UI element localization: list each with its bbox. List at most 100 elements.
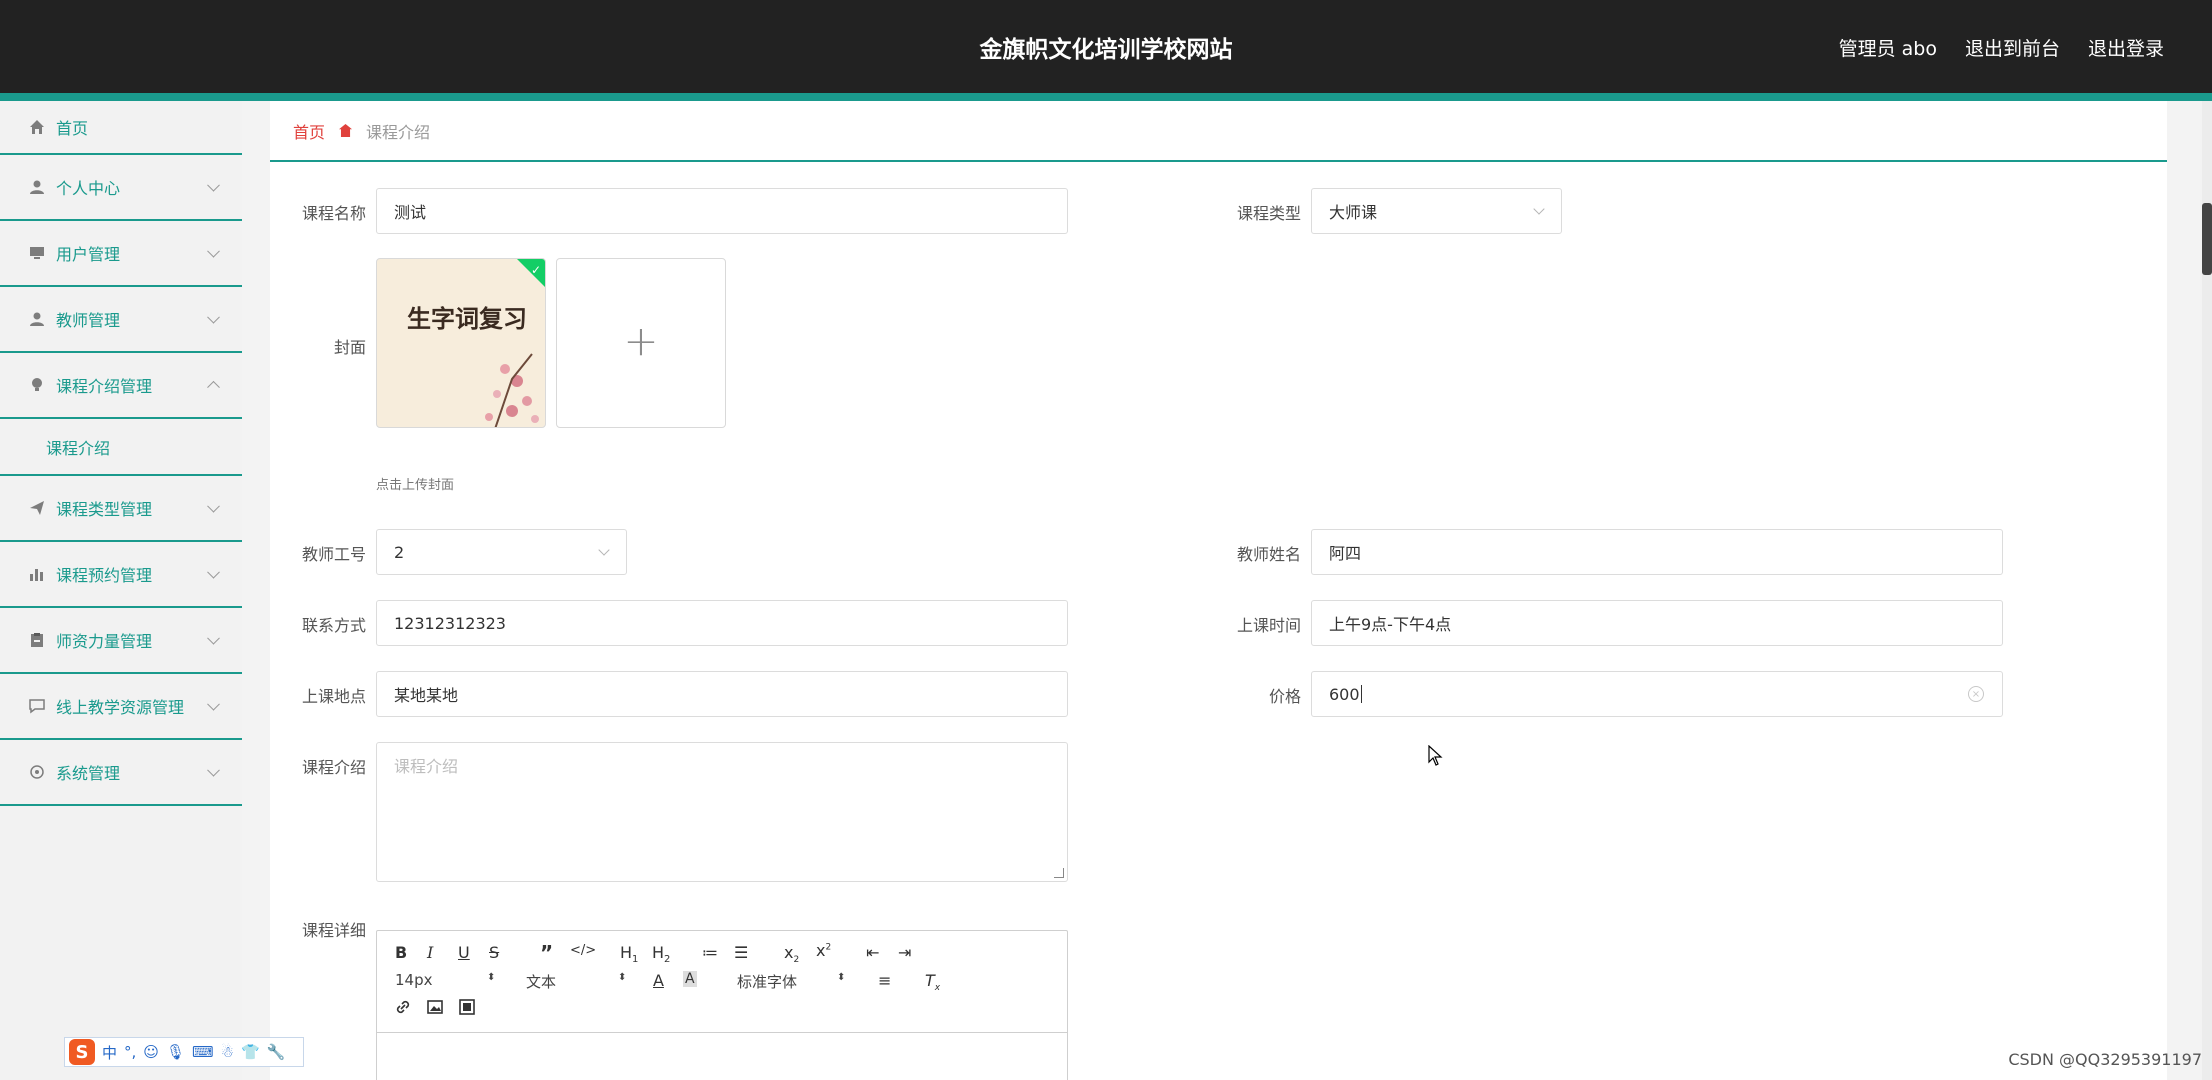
underline-icon[interactable]: U (458, 943, 470, 962)
sidebar-item-user-management[interactable]: 用户管理 (0, 221, 242, 287)
wrench-icon[interactable]: 🔧 (267, 1043, 286, 1061)
heading2-icon[interactable]: H2 (652, 943, 670, 965)
sidebar-item-label: 师资力量管理 (56, 632, 153, 651)
sidebar-item-personal-center[interactable]: 个人中心 (0, 155, 242, 221)
chevron-down-icon (207, 310, 220, 324)
heading1-icon[interactable]: H1 (620, 943, 638, 965)
updown-icon: ⬍ (487, 972, 496, 983)
cover-image-thumbnail[interactable]: 生字词复习 ✓ (376, 258, 546, 428)
link-icon[interactable] (395, 999, 411, 1019)
clear-format-icon[interactable]: Tx (925, 971, 940, 993)
bulb-icon (28, 376, 46, 394)
cover-upload-hint: 点击上传封面 (376, 478, 455, 493)
chevron-down-icon (207, 631, 220, 645)
logout-link[interactable]: 退出登录 (2088, 34, 2164, 61)
course-name-value: 测试 (394, 203, 427, 222)
sogou-logo-icon[interactable]: S (69, 1039, 95, 1065)
teacher-id-label: 教师工号 (301, 545, 366, 564)
main-panel: 首页 课程介绍 课程名称 测试 课程类型 大师课 封面 生字词复习 ✓ + 点击… (270, 101, 2167, 1080)
sidebar-item-online-resources-management[interactable]: 线上教学资源管理 (0, 674, 242, 740)
sidebar-item-course-intro-management[interactable]: 课程介绍管理 (0, 353, 242, 419)
subscript-icon[interactable]: x2 (784, 943, 799, 965)
ordered-list-icon[interactable]: ≔ (702, 943, 718, 962)
teacher-id-value: 2 (394, 542, 405, 562)
sidebar-item-system-management[interactable]: 系统管理 (0, 740, 242, 806)
punctuation-icon[interactable]: °, (124, 1043, 136, 1061)
sidebar-item-label: 课程类型管理 (56, 500, 153, 519)
admin-user-label[interactable]: 管理员 abo (1839, 34, 1937, 61)
clear-icon[interactable]: × (1968, 686, 1984, 702)
sidebar-item-home[interactable]: 首页 (0, 101, 242, 155)
teacher-name-input[interactable]: 阿四 (1311, 529, 2003, 575)
top-links: 管理员 abo 退出到前台 退出登录 (1839, 34, 2164, 61)
keyboard-icon[interactable]: ⌨ (192, 1043, 214, 1061)
mouse-cursor-icon (1428, 745, 1443, 766)
sidebar-item-label: 教师管理 (56, 311, 121, 330)
sidebar-item-course-booking-management[interactable]: 课程预约管理 (0, 542, 242, 608)
bullet-list-icon[interactable]: ☰ (734, 943, 748, 962)
ime-mode-toggle[interactable]: 中 (102, 1042, 117, 1063)
top-bar: 金旗帜文化培训学校网站 管理员 abo 退出到前台 退出登录 (0, 0, 2212, 93)
outdent-icon[interactable]: ⇤ (866, 943, 879, 962)
cover-upload-button[interactable]: + (556, 258, 726, 428)
font-color-icon[interactable]: A (653, 971, 664, 990)
sidebar-subitem-course-intro[interactable]: 课程介绍 (0, 419, 242, 476)
sidebar-item-label: 课程预约管理 (56, 566, 153, 585)
teacher-id-select[interactable]: 2 (376, 529, 627, 575)
teacher-name-label: 教师姓名 (1236, 545, 1301, 564)
background-color-icon[interactable]: A (683, 971, 697, 987)
teacher-name-value: 阿四 (1329, 544, 1362, 563)
clipboard-icon (28, 631, 46, 649)
font-size-value: 14px (395, 971, 433, 989)
sidebar-item-faculty-management[interactable]: 师资力量管理 (0, 608, 242, 674)
bold-icon[interactable]: B (395, 943, 407, 962)
user-profile-icon[interactable]: ☃ (221, 1043, 234, 1061)
block-type-select[interactable]: 文本 ⬍ (526, 971, 626, 992)
monitor-icon (28, 244, 46, 262)
chevron-down-icon (207, 763, 220, 777)
price-value: 600 (1329, 684, 1360, 704)
skin-icon[interactable]: 👕 (241, 1043, 260, 1061)
align-icon[interactable]: ≡ (878, 971, 891, 990)
font-family-select[interactable]: 标准字体 ⬍ (737, 971, 847, 992)
chat-icon (28, 697, 46, 715)
header-accent-line (0, 93, 2212, 101)
watermark-text: CSDN @QQ3295391197 (2008, 1050, 2202, 1069)
course-name-input[interactable]: 测试 (376, 188, 1068, 234)
location-label: 上课地点 (301, 687, 366, 706)
location-input[interactable]: 某地某地 (376, 671, 1068, 717)
video-icon[interactable] (459, 999, 475, 1019)
blockquote-icon[interactable]: ” (540, 941, 553, 965)
price-input[interactable]: 600 × (1311, 671, 2003, 717)
course-type-value: 大师课 (1329, 203, 1378, 222)
breadcrumb-home-link[interactable]: 首页 (293, 119, 325, 143)
sidebar-item-label: 课程介绍管理 (56, 377, 153, 396)
font-size-select[interactable]: 14px ⬍ (395, 971, 495, 989)
superscript-icon[interactable]: x2 (816, 941, 831, 960)
font-family-value: 标准字体 (737, 973, 798, 991)
sidebar-item-course-type-management[interactable]: 课程类型管理 (0, 476, 242, 542)
sidebar-item-teacher-management[interactable]: 教师管理 (0, 287, 242, 353)
send-icon (28, 499, 46, 517)
intro-textarea[interactable]: 课程介绍 (376, 742, 1068, 882)
exit-to-front-link[interactable]: 退出到前台 (1965, 34, 2060, 61)
course-type-select[interactable]: 大师课 (1311, 188, 1562, 234)
chevron-down-icon (207, 697, 220, 711)
resize-handle-icon[interactable] (1054, 868, 1064, 878)
italic-icon[interactable]: I (427, 943, 433, 962)
strikethrough-icon[interactable]: S (489, 943, 499, 962)
class-time-label: 上课时间 (1236, 616, 1301, 635)
contact-label: 联系方式 (301, 616, 366, 635)
emoji-icon[interactable]: ☺ (143, 1043, 159, 1061)
indent-icon[interactable]: ⇥ (898, 943, 911, 962)
contact-input[interactable]: 12312312323 (376, 600, 1068, 646)
location-value: 某地某地 (394, 686, 459, 705)
microphone-icon[interactable]: 🎙 (166, 1043, 185, 1061)
image-icon[interactable] (427, 999, 443, 1019)
sidebar-item-label: 线上教学资源管理 (56, 698, 185, 717)
text-caret (1360, 685, 1362, 703)
code-block-icon[interactable]: </> (570, 943, 596, 958)
class-time-input[interactable]: 上午9点-下午4点 (1311, 600, 2003, 646)
check-icon: ✓ (530, 263, 541, 277)
page-scrollbar-thumb[interactable] (2202, 203, 2212, 275)
